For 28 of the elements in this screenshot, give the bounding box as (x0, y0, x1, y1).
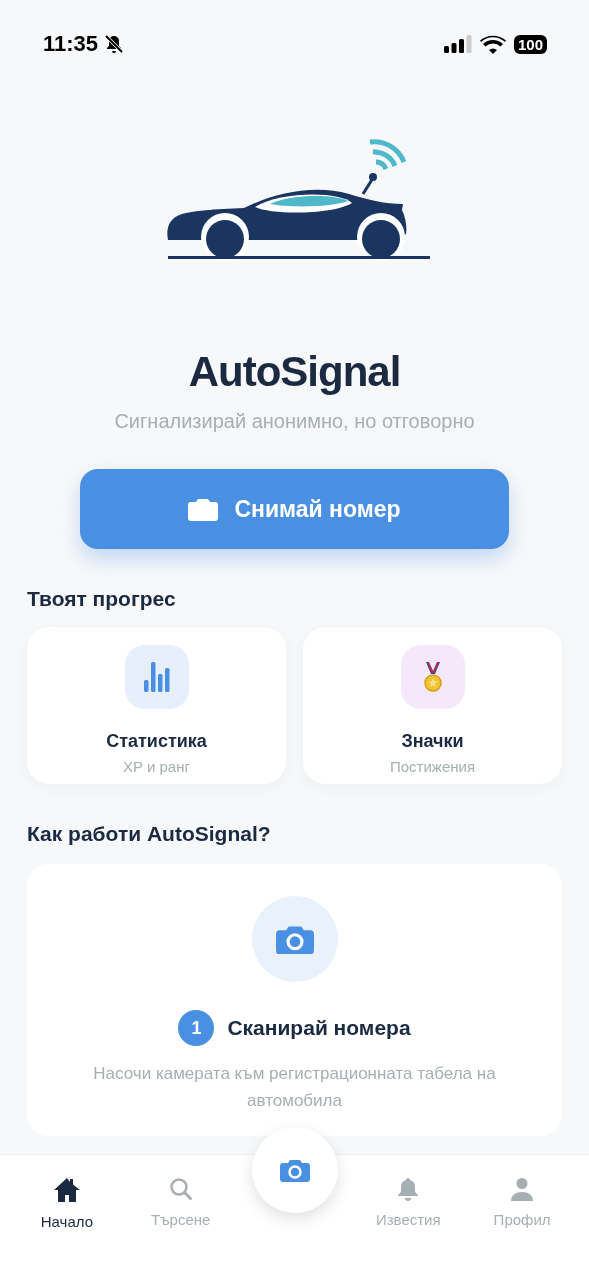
card-subtitle: XP и ранг (123, 758, 190, 775)
wifi-icon (479, 34, 506, 54)
card-title: Значки (401, 731, 464, 752)
section-heading: Твоят прогрес (27, 587, 177, 611)
progress-card[interactable]: Статистика XP и ранг (27, 627, 286, 784)
card-title: Статистика (106, 731, 207, 752)
tab-item[interactable]: Начало (10, 1155, 124, 1280)
tab-item[interactable]: Известия (351, 1155, 466, 1280)
bar-chart-icon (143, 662, 170, 692)
progress-card[interactable]: Значки Постижения (303, 627, 562, 784)
person-icon (510, 1177, 535, 1201)
card-subtitle: Постижения (389, 758, 475, 775)
medal-icon (423, 662, 442, 692)
step-number: 1 (178, 1010, 215, 1046)
bell-icon (397, 1177, 420, 1201)
status-time: 11:35 (43, 31, 99, 57)
step-title: Сканирай номера (227, 1016, 411, 1040)
step-description: Насочи камерата към регистрационната табела на автомобила (92, 1063, 497, 1112)
signal-icon (443, 35, 472, 53)
app-title: AutoSignal (187, 348, 402, 396)
search-icon (168, 1177, 193, 1201)
tab-item[interactable]: Профил (465, 1155, 579, 1280)
app-tagline: Сигнализирай анонимно, но отговорно (113, 410, 476, 433)
home-icon (52, 1177, 81, 1203)
section-heading: Как работи AutoSignal? (27, 822, 272, 846)
tab-item[interactable]: Търсене (123, 1155, 238, 1280)
take-photo-button[interactable]: Снимай номер (80, 469, 509, 549)
battery-indicator: 100 (513, 34, 547, 54)
